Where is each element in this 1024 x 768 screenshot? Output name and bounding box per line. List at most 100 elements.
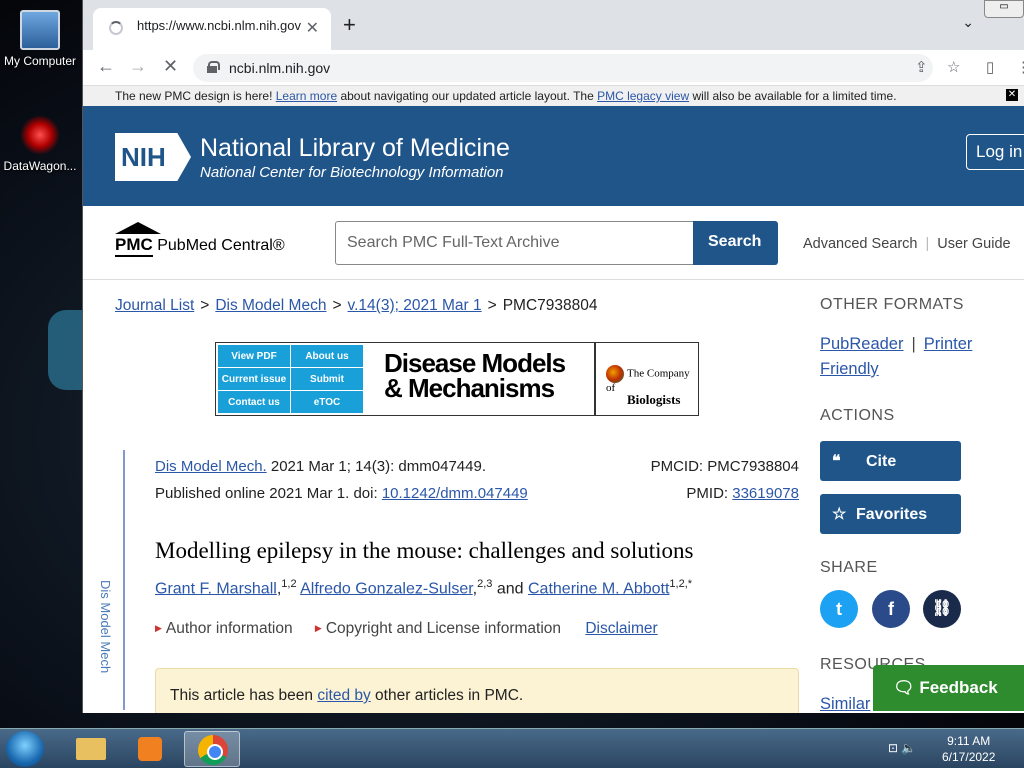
journal-links-grid: View PDF About us Current issue Submit C… (218, 345, 363, 413)
similar-articles-link[interactable]: Similar (820, 695, 870, 713)
breadcrumb-separator: > (200, 297, 210, 314)
bookmark-star-icon[interactable]: ☆ (947, 58, 960, 76)
pmid-link[interactable]: 33619078 (732, 485, 799, 502)
printer-friendly-link[interactable]: Friendly (820, 360, 879, 378)
ncbi-subtitle: National Center for Biotechnology Inform… (200, 164, 504, 181)
copyright-label: Copyright and License information (325, 620, 562, 637)
nlm-title[interactable]: National Library of Medicine (200, 134, 510, 163)
start-button[interactable] (6, 731, 44, 767)
breadcrumb-issue[interactable]: v.14(3); 2021 Mar 1 (348, 297, 482, 314)
author-list: Grant F. Marshall,1,2 Alfredo Gonzalez-S… (155, 578, 693, 598)
journal-side-rule (123, 450, 125, 710)
facebook-icon[interactable]: f (872, 590, 910, 628)
printer-friendly-link[interactable]: Printer (924, 335, 973, 353)
divider: | (911, 335, 916, 353)
pmc-logo[interactable]: PMC PubMed Central® (115, 222, 285, 257)
back-arrow-icon[interactable]: ← (97, 56, 115, 77)
login-button[interactable]: Log in (966, 134, 1024, 170)
tab-search-chevron-icon[interactable]: ⌄ (962, 14, 974, 31)
lock-icon (207, 61, 220, 73)
chrome-icon (198, 735, 228, 765)
citation-line: Dis Model Mech. 2021 Mar 1; 14(3): dmm04… (155, 458, 799, 475)
copyright-toggle[interactable]: ▶ Copyright and License information (315, 620, 561, 637)
author-information-label: Author information (165, 620, 293, 637)
taskbar-explorer[interactable] (62, 731, 118, 767)
loading-spinner-icon (109, 21, 123, 35)
doi-link[interactable]: 10.1242/dmm.047449 (382, 485, 528, 502)
cited-by-link[interactable]: cited by (317, 687, 370, 704)
banner-text: will also be available for a limited tim… (689, 89, 897, 103)
volume-icon[interactable]: 🔈 (901, 741, 916, 755)
about-us-link[interactable]: About us (291, 345, 363, 367)
author-affiliation: 2,3 (477, 578, 493, 590)
taskbar: ⊡ 🔈 9:11 AM 6/17/2022 (0, 728, 1024, 768)
window-restore-button[interactable]: ▭ (984, 0, 1024, 18)
author-link[interactable]: Alfredo Gonzalez-Sulser (300, 580, 473, 597)
desktop-icon-datawagon[interactable]: DataWagon... (0, 115, 80, 173)
breadcrumb-journal[interactable]: Dis Model Mech (215, 297, 326, 314)
banner-text: The new PMC design is here! (115, 89, 276, 103)
cite-button[interactable]: ❝ Cite (820, 441, 961, 481)
side-panel-icon[interactable]: ▯ (986, 58, 994, 76)
user-guide-link[interactable]: User Guide (937, 236, 1010, 252)
etoc-link[interactable]: eTOC (291, 391, 363, 413)
learn-more-link[interactable]: Learn more (276, 89, 337, 103)
view-pdf-link[interactable]: View PDF (218, 345, 290, 367)
browser-tab[interactable]: https://www.ncbi.nlm.nih.gov ✕ (93, 8, 331, 50)
search-button[interactable]: Search (693, 221, 778, 265)
network-icon[interactable]: ⊡ (888, 741, 898, 755)
tab-close-icon[interactable]: ✕ (306, 18, 319, 38)
journal-banner: View PDF About us Current issue Submit C… (215, 342, 699, 416)
desktop-icon-my-computer[interactable]: My Computer (0, 10, 80, 68)
new-tab-button[interactable]: + (343, 12, 356, 38)
twitter-icon[interactable]: t (820, 590, 858, 628)
copy-link-icon[interactable]: ⛓ (923, 590, 961, 628)
desktop-icon-label: DataWagon... (3, 159, 77, 173)
submit-link[interactable]: Submit (291, 368, 363, 390)
author-information-toggle[interactable]: ▶ Author information (155, 620, 293, 637)
nlm-header: NIH National Library of Medicine Nationa… (83, 106, 1024, 206)
publisher-logo-icon (606, 365, 624, 383)
media-player-icon (138, 737, 162, 761)
pmcid-value: PMC7938804 (707, 458, 799, 475)
nih-logo[interactable]: NIH (115, 133, 191, 181)
disclaimer-link[interactable]: Disclaimer (585, 620, 657, 637)
main-content: Journal List > Dis Model Mech > v.14(3); 202… (83, 280, 1024, 713)
journal-side-label: Dis Model Mech (98, 580, 113, 674)
feedback-button[interactable]: 🗨 Feedback (873, 665, 1024, 711)
expand-triangle-icon: ▶ (155, 623, 162, 634)
cited-by-text: This article has been (170, 687, 318, 704)
contact-us-link[interactable]: Contact us (218, 391, 290, 413)
stop-loading-icon[interactable]: ✕ (163, 56, 178, 77)
pmcid: PMCID: PMC7938804 (651, 458, 799, 475)
clock[interactable]: 9:11 AM 6/17/2022 (942, 733, 995, 765)
clock-date: 6/17/2022 (942, 750, 996, 764)
desktop-icon-label: My Computer (3, 54, 77, 68)
breadcrumb-separator: > (332, 297, 342, 314)
advanced-search-link[interactable]: Advanced Search (803, 236, 917, 252)
share-page-icon[interactable]: ⇪ (915, 58, 928, 76)
feedback-chat-icon: 🗨 (893, 678, 915, 697)
banner-close-icon[interactable]: ✕ (1006, 89, 1018, 101)
forward-arrow-icon[interactable]: → (129, 56, 147, 77)
favorites-button[interactable]: ☆ Favorites (820, 494, 961, 534)
taskbar-media-player[interactable] (122, 731, 178, 767)
legacy-view-link[interactable]: PMC legacy view (597, 89, 689, 103)
current-issue-link[interactable]: Current issue (218, 368, 290, 390)
breadcrumb-journal-list[interactable]: Journal List (115, 297, 194, 314)
author-link[interactable]: Grant F. Marshall (155, 580, 277, 597)
author-link[interactable]: Catherine M. Abbott (528, 580, 669, 597)
breadcrumb-separator: > (487, 297, 497, 314)
format-links: PubReader | Printer Friendly (820, 332, 1010, 382)
quote-icon: ❝ (832, 453, 841, 470)
journal-link[interactable]: Dis Model Mech. (155, 458, 267, 475)
actions-heading: ACTIONS (820, 407, 895, 424)
taskbar-chrome[interactable] (184, 731, 240, 767)
divider: | (925, 236, 930, 252)
address-bar[interactable]: ncbi.nlm.nih.gov (193, 54, 933, 82)
publisher-logo: The Company of Biologists (606, 365, 698, 407)
pubreader-link[interactable]: PubReader (820, 335, 903, 353)
breadcrumb: Journal List > Dis Model Mech > v.14(3); 202… (115, 297, 598, 315)
search-input[interactable]: Search PMC Full-Text Archive (335, 221, 695, 265)
menu-dots-icon[interactable]: ⋮ (1016, 58, 1024, 76)
